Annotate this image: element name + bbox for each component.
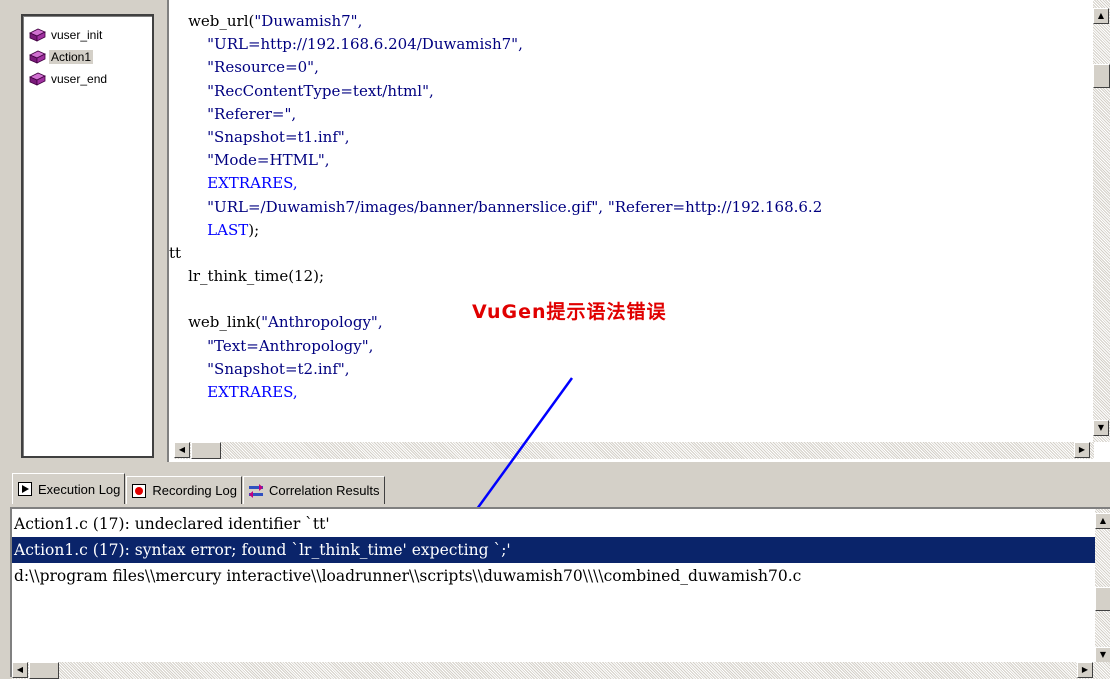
tree-item-label: Action1 bbox=[49, 50, 94, 64]
code-token: "URL=http://192.168.6.204/Duwamish7", bbox=[207, 35, 523, 54]
code-token: "Referer=", bbox=[207, 104, 297, 123]
log-vertical-scrollbar[interactable]: ▲ ▼ bbox=[1095, 509, 1110, 663]
editor-vertical-scrollbar[interactable]: ▲ ▼ bbox=[1093, 0, 1110, 442]
code-token: web_url( bbox=[188, 12, 255, 30]
scroll-right-button[interactable]: ▶ bbox=[1074, 442, 1090, 458]
code-token: "Snapshot=t1.inf", bbox=[207, 127, 350, 146]
execution-log-icon bbox=[17, 481, 33, 497]
correlation-icon bbox=[248, 483, 264, 499]
tree-item-vuser-init[interactable]: vuser_init bbox=[29, 26, 104, 44]
scroll-up-button[interactable]: ▲ bbox=[1093, 8, 1109, 24]
code-token: LAST bbox=[207, 220, 249, 239]
code-line: "Resource=0", bbox=[169, 56, 1093, 79]
log-scroll-up-button[interactable]: ▲ bbox=[1095, 513, 1110, 529]
action-cube-icon bbox=[29, 50, 46, 64]
code-line: "Mode=HTML", bbox=[169, 149, 1093, 172]
tab-recording-log[interactable]: Recording Log bbox=[126, 476, 242, 504]
code-token: "Snapshot=t2.inf", bbox=[207, 359, 350, 378]
code-line: "Text=Anthropology", bbox=[169, 335, 1093, 358]
code-token: "Duwamish7", bbox=[254, 12, 363, 30]
tree-item-vuser-end[interactable]: vuser_end bbox=[29, 70, 109, 88]
code-line: EXTRARES, bbox=[169, 381, 1093, 404]
scroll-left-button[interactable]: ◀ bbox=[174, 442, 190, 458]
tab-label: Correlation Results bbox=[268, 483, 380, 498]
tab-execution-log[interactable]: Execution Log bbox=[12, 473, 126, 504]
scroll-thumb[interactable] bbox=[1093, 64, 1110, 88]
recording-log-icon bbox=[131, 483, 147, 499]
code-token: "Anthropology", bbox=[261, 313, 383, 332]
log-line[interactable]: d:\\program files\\mercury interactive\\… bbox=[12, 563, 1097, 589]
code-text[interactable]: web_url("Duwamish7", "URL=http://192.168… bbox=[169, 0, 1093, 450]
code-line: "Referer=", bbox=[169, 103, 1093, 126]
code-line: EXTRARES, bbox=[169, 172, 1093, 195]
code-line: "Snapshot=t2.inf", bbox=[169, 358, 1093, 381]
log-scroll-right-button[interactable]: ▶ bbox=[1077, 662, 1093, 678]
action-cube-icon bbox=[29, 28, 46, 42]
code-token: "URL=/Duwamish7/images/banner/bannerslic… bbox=[207, 197, 823, 216]
scroll-down-button[interactable]: ▼ bbox=[1093, 420, 1109, 436]
code-token: web_link( bbox=[188, 313, 262, 332]
scroll-thumb-horizontal[interactable] bbox=[191, 442, 221, 459]
code-editor[interactable]: web_url("Duwamish7", "URL=http://192.168… bbox=[167, 0, 1110, 462]
log-scroll-left-button[interactable]: ◀ bbox=[12, 662, 28, 678]
code-line: LAST); bbox=[169, 219, 1093, 242]
action-cube-icon bbox=[29, 72, 46, 86]
code-line: "Snapshot=t1.inf", bbox=[169, 126, 1093, 149]
tree-item-action1[interactable]: Action1 bbox=[29, 48, 94, 66]
code-token: "RecContentType=text/html", bbox=[207, 81, 434, 100]
code-token: lr_think_time(12); bbox=[188, 267, 325, 286]
code-token: EXTRARES, bbox=[207, 174, 298, 193]
code-token: "Mode=HTML", bbox=[207, 151, 330, 170]
log-scroll-thumb[interactable] bbox=[1095, 587, 1110, 611]
code-line: tt bbox=[169, 242, 1093, 265]
code-token: EXTRARES, bbox=[207, 383, 298, 401]
code-token: "Resource=0", bbox=[207, 58, 319, 77]
tree-item-label: vuser_end bbox=[51, 72, 108, 86]
syntax-error-annotation: VuGen提示语法错误 bbox=[472, 301, 667, 323]
code-token: "Text=Anthropology", bbox=[207, 336, 374, 355]
output-tabs: Execution Log Recording Log Correlation Re… bbox=[0, 473, 1110, 504]
action-tree: vuser_init Action1 vuser_end bbox=[21, 14, 154, 458]
editor-horizontal-scrollbar[interactable]: ◀ ▶ bbox=[174, 442, 1094, 459]
log-line[interactable]: Action1.c (17): undeclared identifier `t… bbox=[12, 511, 1097, 537]
code-line: "URL=/Duwamish7/images/banner/bannerslic… bbox=[169, 196, 1093, 219]
log-scroll-thumb-horizontal[interactable] bbox=[29, 662, 59, 679]
tab-correlation-results[interactable]: Correlation Results bbox=[242, 476, 385, 504]
log-scroll-down-button[interactable]: ▼ bbox=[1095, 647, 1110, 663]
code-line: lr_think_time(12); bbox=[169, 265, 1093, 288]
script-tree-pane: vuser_init Action1 vuser_end bbox=[0, 0, 162, 462]
log-horizontal-scrollbar[interactable]: ◀ ▶ bbox=[12, 662, 1110, 679]
log-line[interactable]: Action1.c (17): syntax error; found `lr_… bbox=[12, 537, 1097, 563]
output-log[interactable]: Action1.c (17): undeclared identifier `t… bbox=[10, 507, 1110, 679]
code-line: "URL=http://192.168.6.204/Duwamish7", bbox=[169, 33, 1093, 56]
code-line: web_url("Duwamish7", bbox=[169, 10, 1093, 33]
tree-item-label: vuser_init bbox=[51, 28, 103, 42]
code-token: tt bbox=[169, 243, 182, 262]
tab-label: Recording Log bbox=[152, 483, 237, 498]
code-token: ); bbox=[248, 220, 260, 239]
tab-label: Execution Log bbox=[38, 481, 121, 497]
code-line: "RecContentType=text/html", bbox=[169, 80, 1093, 103]
